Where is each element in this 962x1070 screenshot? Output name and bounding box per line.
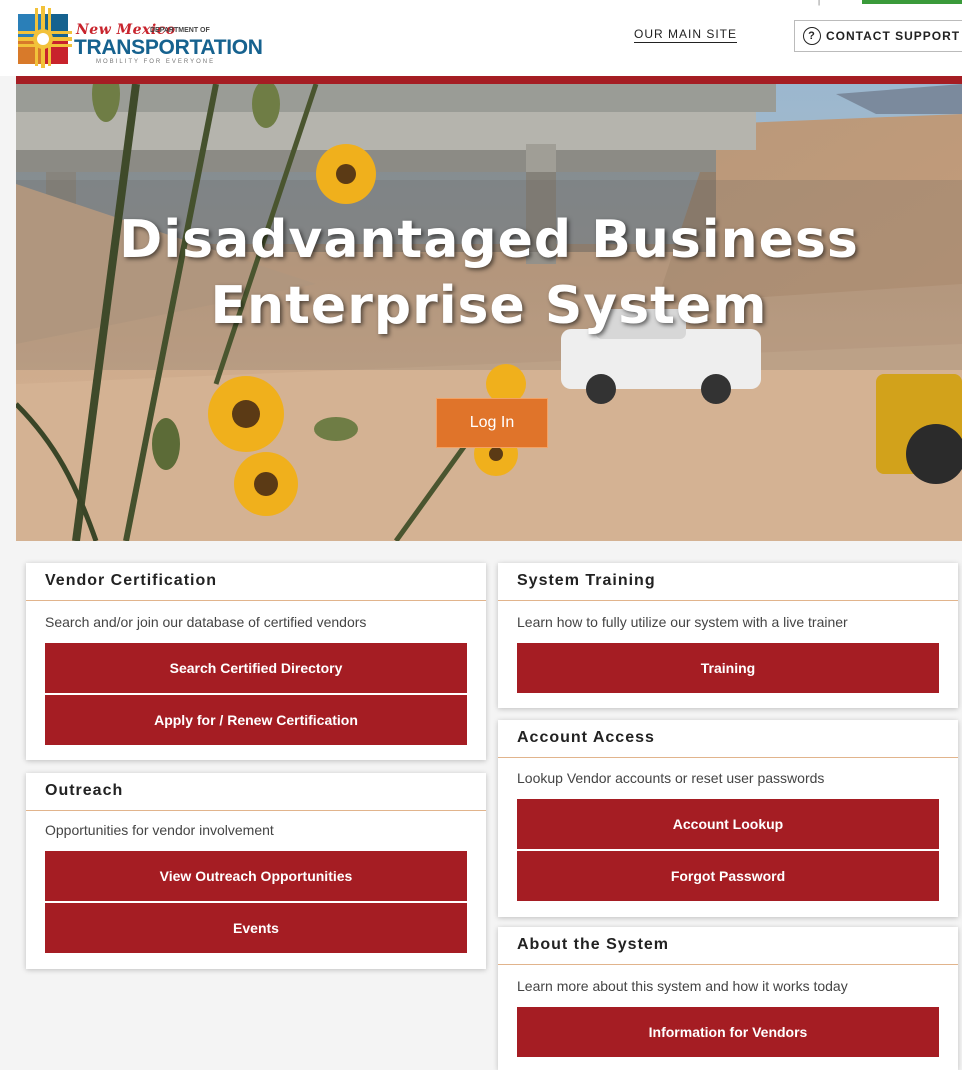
search-certified-directory-button[interactable]: Search Certified Directory	[45, 643, 467, 693]
outreach-card: Outreach Opportunities for vendor involv…	[26, 773, 486, 969]
hero-title: Disadvantaged Business Enterprise System	[16, 207, 962, 339]
account-access-card: Account Access Lookup Vendor accounts or…	[498, 720, 958, 917]
account-access-title: Account Access	[498, 720, 958, 758]
account-lookup-button[interactable]: Account Lookup	[517, 799, 939, 849]
system-training-description: Learn how to fully utilize our system wi…	[517, 614, 848, 630]
logo-tagline: MOBILITY FOR EVERYONE	[96, 59, 216, 65]
account-access-description: Lookup Vendor accounts or reset user pas…	[517, 770, 825, 786]
system-training-title: System Training	[498, 563, 958, 601]
outreach-description: Opportunities for vendor involvement	[45, 822, 274, 838]
about-the-system-card: About the System Learn more about this s…	[498, 927, 958, 1070]
zia-sun-icon	[18, 6, 72, 68]
contact-support-label: CONTACT SUPPORT	[826, 29, 961, 43]
information-for-vendors-button[interactable]: Information for Vendors	[517, 1007, 939, 1057]
nmdot-logo[interactable]: New Mexico DEPARTMENT OF TRANSPORTATION …	[18, 6, 263, 68]
system-training-card: System Training Learn how to fully utili…	[498, 563, 958, 708]
top-green-tab[interactable]	[862, 0, 962, 4]
question-circle-icon: ?	[803, 27, 821, 45]
outreach-title: Outreach	[26, 773, 486, 811]
log-in-button[interactable]: Log In	[436, 398, 548, 448]
about-the-system-description: Learn more about this system and how it …	[517, 978, 848, 994]
header-divider-mark: |	[818, 0, 821, 6]
hero-banner: Disadvantaged Business Enterprise System…	[16, 84, 962, 541]
hero-title-line-2: Enterprise System	[210, 276, 768, 336]
vendor-certification-card: Vendor Certification Search and/or join …	[26, 563, 486, 760]
events-button[interactable]: Events	[45, 903, 467, 953]
our-main-site-link[interactable]: OUR MAIN SITE	[634, 27, 738, 43]
logo-department-text: DEPARTMENT OF	[150, 27, 210, 34]
header-accent-bar	[16, 76, 962, 84]
vendor-certification-description: Search and/or join our database of certi…	[45, 614, 367, 630]
hero-title-line-1: Disadvantaged Business	[119, 210, 859, 270]
contact-support-button[interactable]: ? CONTACT SUPPORT	[794, 20, 962, 52]
forgot-password-button[interactable]: Forgot Password	[517, 851, 939, 901]
site-header: New Mexico DEPARTMENT OF TRANSPORTATION …	[0, 0, 962, 76]
training-button[interactable]: Training	[517, 643, 939, 693]
apply-renew-certification-button[interactable]: Apply for / Renew Certification	[45, 695, 467, 745]
about-the-system-title: About the System	[498, 927, 958, 965]
view-outreach-opportunities-button[interactable]: View Outreach Opportunities	[45, 851, 467, 901]
vendor-certification-title: Vendor Certification	[26, 563, 486, 601]
logo-transportation-text: TRANSPORTATION	[74, 36, 263, 59]
